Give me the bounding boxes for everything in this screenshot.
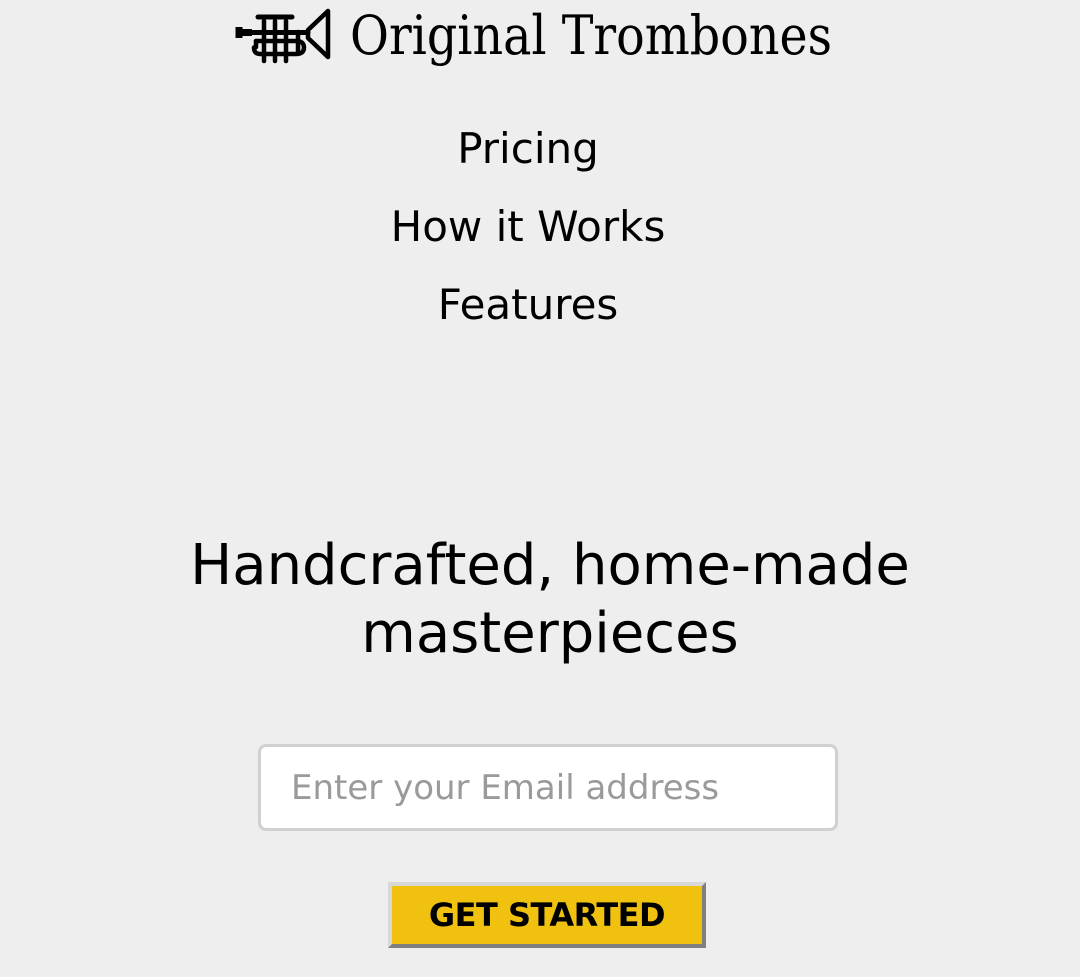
email-input[interactable] bbox=[258, 744, 838, 831]
nav-item-how-it-works: How it Works bbox=[0, 194, 1080, 272]
hero-title: Handcrafted, home-made masterpieces bbox=[190, 533, 910, 666]
main-nav: Pricing How it Works Features bbox=[0, 116, 1080, 350]
nav-link-features[interactable]: Features bbox=[438, 272, 619, 338]
nav-item-pricing: Pricing bbox=[0, 116, 1080, 194]
nav-link-how-it-works[interactable]: How it Works bbox=[391, 194, 666, 260]
get-started-button[interactable]: GET STARTED bbox=[388, 882, 706, 948]
site-header: Original Trombones bbox=[0, 0, 1080, 72]
nav-link-pricing[interactable]: Pricing bbox=[457, 116, 599, 182]
nav-item-features: Features bbox=[0, 272, 1080, 350]
brand-name: Original Trombones bbox=[350, 4, 832, 67]
email-signup-form bbox=[258, 744, 838, 831]
brand[interactable]: Original Trombones bbox=[234, 4, 898, 68]
trumpet-icon bbox=[235, 8, 331, 64]
